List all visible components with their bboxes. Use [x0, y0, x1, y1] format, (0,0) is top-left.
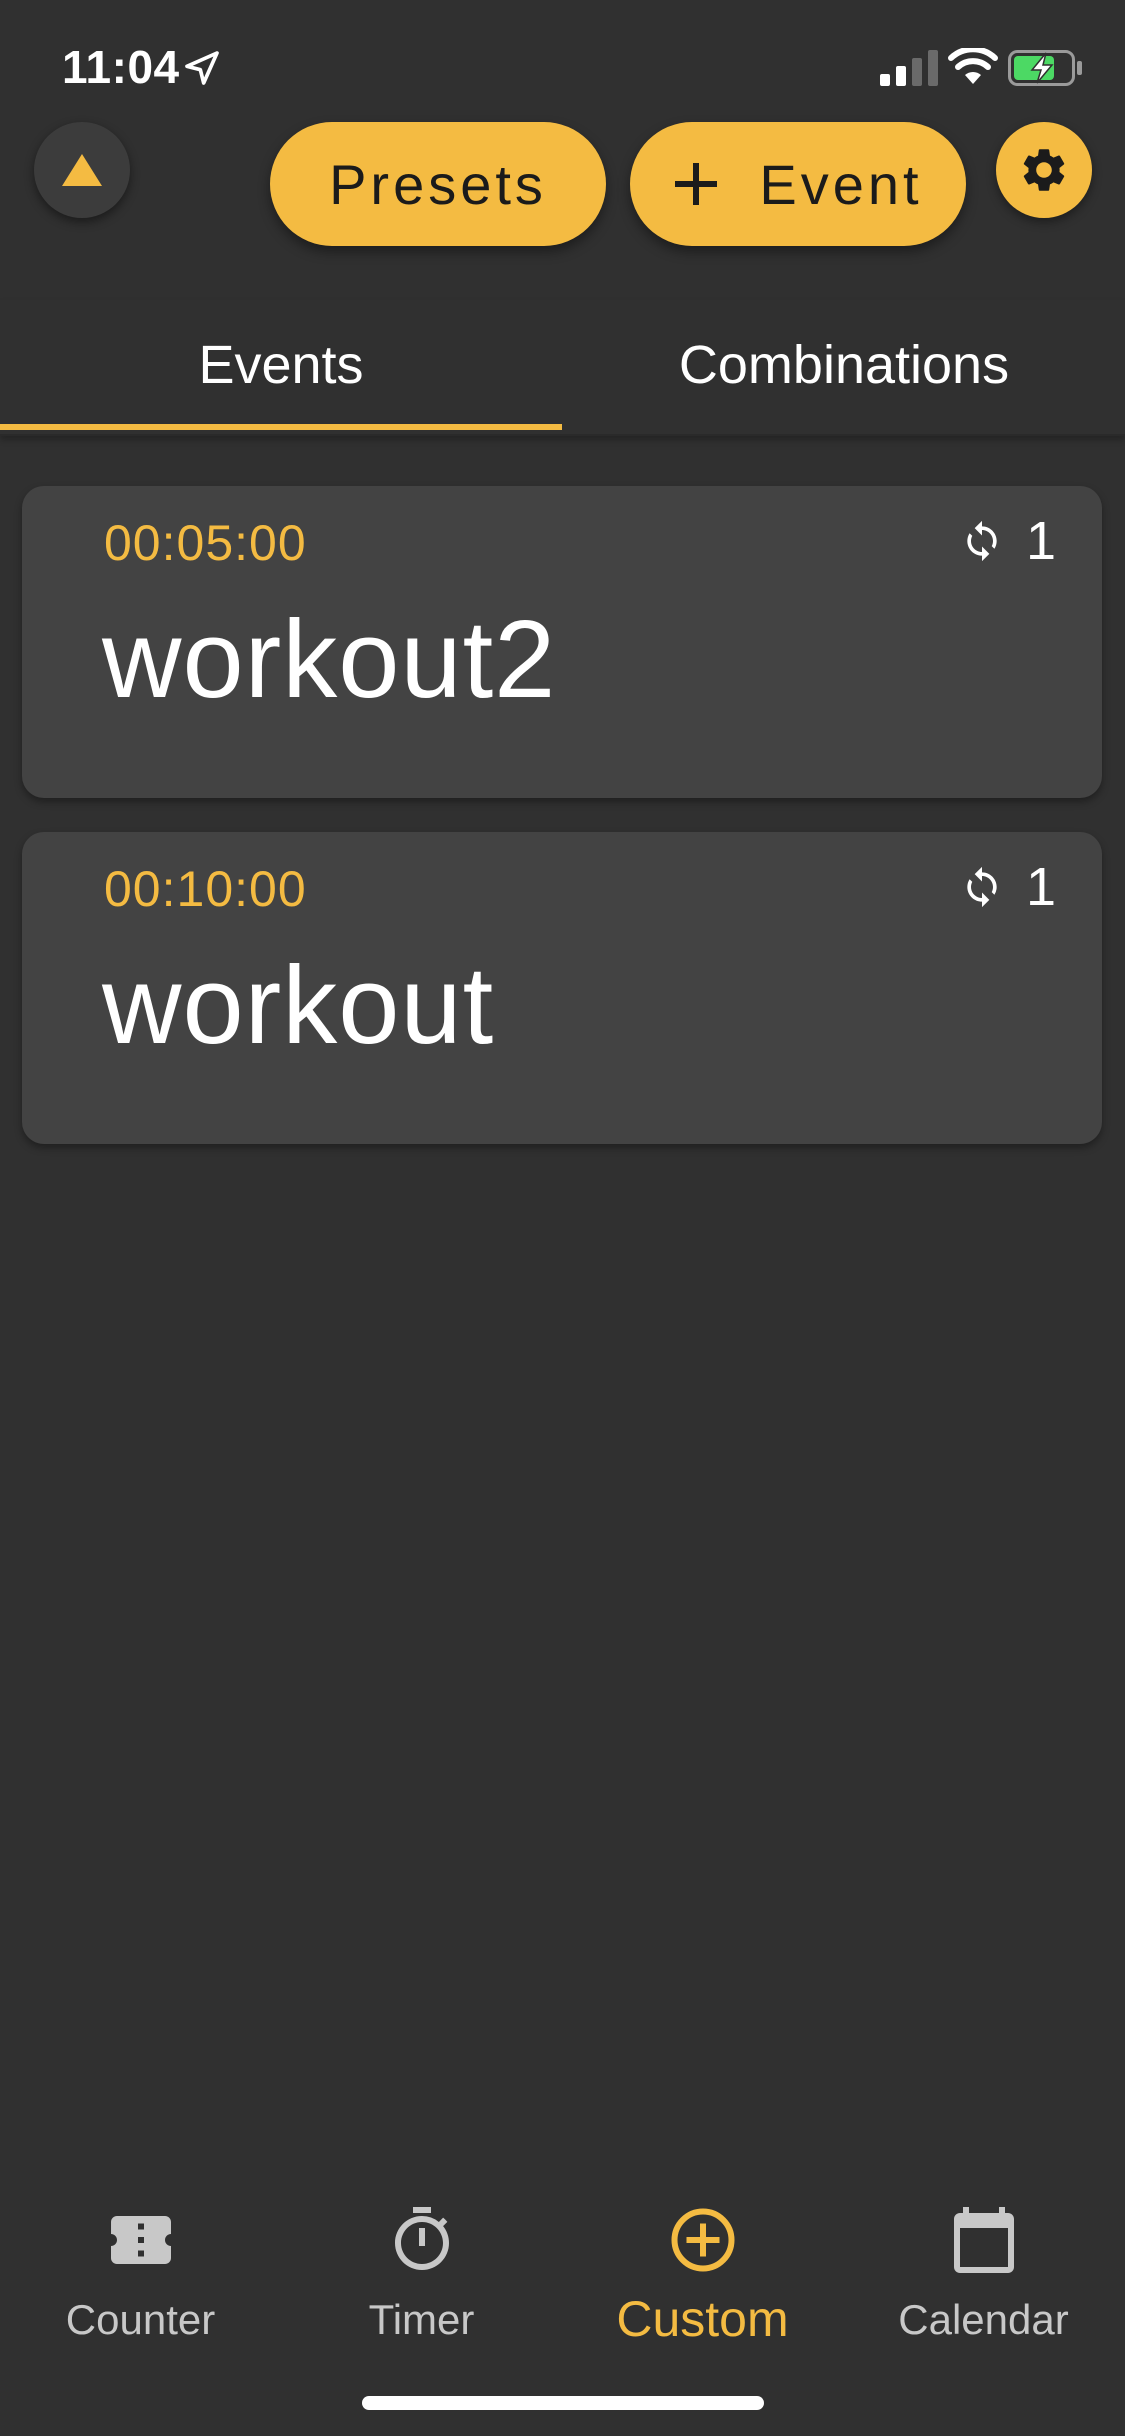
event-repeat-count: 1 — [1025, 857, 1056, 917]
event-repeat: 1 — [960, 856, 1056, 918]
nav-item-counter[interactable]: Counter — [0, 2204, 281, 2344]
settings-button[interactable] — [996, 122, 1092, 218]
battery-charging-icon — [1008, 50, 1082, 86]
nav-label-timer: Timer — [368, 2296, 475, 2343]
tab-combinations[interactable]: Combinations — [563, 300, 1125, 430]
calendar-icon — [953, 2207, 1014, 2273]
nav-label-counter: Counter — [65, 2296, 216, 2343]
plus-circle-icon — [671, 2208, 734, 2272]
nav-item-custom[interactable]: Custom — [562, 2204, 843, 2348]
nav-item-calendar[interactable]: Calendar — [843, 2204, 1124, 2344]
add-event-button[interactable]: Event — [630, 122, 966, 246]
gear-icon — [1023, 149, 1065, 191]
location-arrow-icon — [185, 51, 219, 85]
presets-button[interactable]: Presets — [270, 122, 606, 246]
event-card[interactable]: 00:10:00 1 workout — [22, 832, 1102, 1144]
add-event-button-label: Event — [759, 152, 923, 216]
ticket-icon — [110, 2216, 171, 2264]
nav-label-custom: Custom — [616, 2291, 789, 2347]
status-bar: 11:04 — [0, 0, 1125, 130]
tab-bar: Events Combinations — [0, 300, 1125, 436]
event-duration: 00:10:00 — [104, 861, 307, 917]
repeat-icon — [967, 866, 997, 908]
event-name: workout2 — [102, 598, 557, 721]
presets-button-label: Presets — [329, 152, 547, 216]
wifi-icon — [948, 48, 998, 84]
event-name: workout — [102, 944, 495, 1067]
event-card[interactable]: 00:05:00 1 workout2 — [22, 486, 1102, 798]
event-duration: 00:05:00 — [104, 515, 307, 571]
tab-combinations-label: Combinations — [678, 335, 1010, 395]
repeat-icon — [967, 520, 997, 562]
status-time: 11:04 — [62, 41, 180, 93]
tab-events-label: Events — [198, 335, 364, 395]
stopwatch-icon — [394, 2207, 449, 2270]
cellular-signal-icon — [880, 50, 938, 86]
triangle-up-icon — [62, 154, 102, 186]
custom-events-screen: 11:04 Presets Event Events Combinations … — [0, 0, 1125, 2436]
nav-item-timer[interactable]: Timer — [281, 2204, 562, 2344]
collapse-button[interactable] — [34, 122, 130, 218]
home-indicator[interactable] — [362, 2396, 764, 2410]
tab-events[interactable]: Events — [0, 300, 562, 430]
event-repeat: 1 — [960, 510, 1056, 572]
tab-selected-indicator — [0, 424, 562, 430]
plus-icon — [673, 161, 719, 207]
nav-label-calendar: Calendar — [898, 2296, 1069, 2343]
event-repeat-count: 1 — [1025, 511, 1056, 571]
